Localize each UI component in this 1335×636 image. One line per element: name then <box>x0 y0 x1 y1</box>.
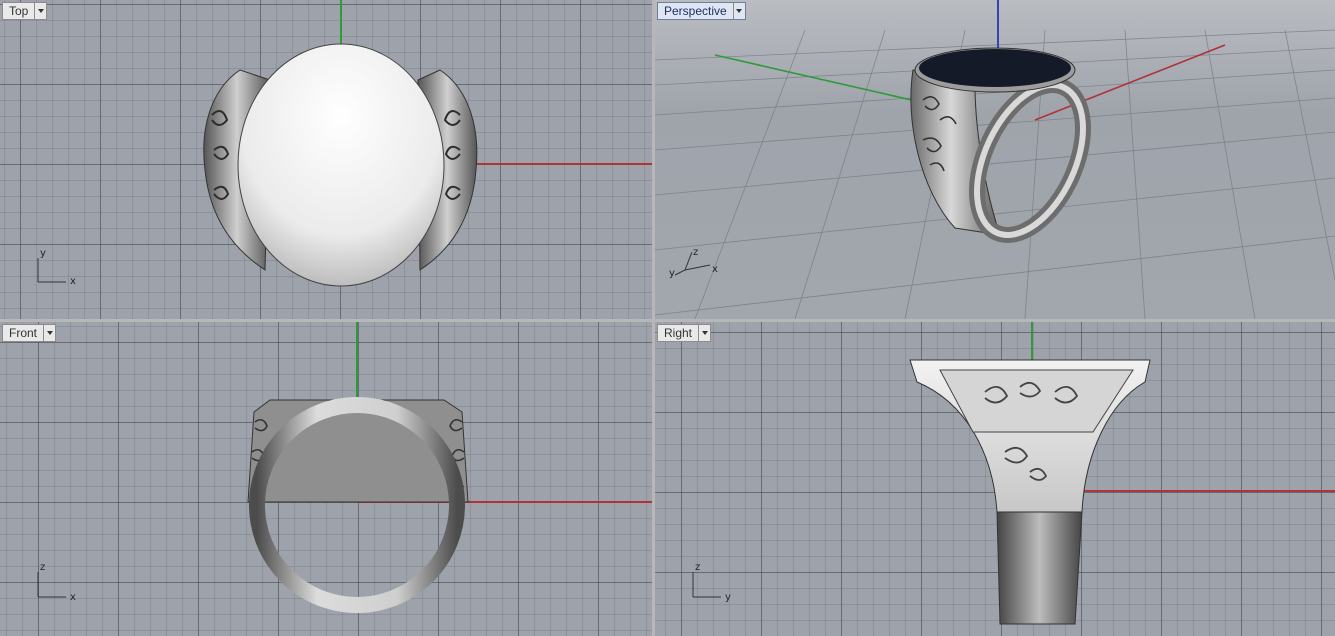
viewport-label: Top <box>9 4 29 18</box>
axis-gizmo-icon <box>37 572 66 598</box>
viewport-label: Perspective <box>664 4 727 18</box>
ring-top-view: y x <box>37 0 652 287</box>
svg-text:x: x <box>712 264 718 275</box>
viewport-label: Front <box>9 326 38 340</box>
svg-text:z: z <box>695 562 700 573</box>
ring-right-view: z y <box>692 322 1335 625</box>
viewport-tab-right[interactable]: Right <box>657 324 712 342</box>
svg-text:y: y <box>725 592 731 603</box>
ring-perspective-view: z y x <box>655 0 1335 319</box>
ring-shank-side <box>996 511 1083 625</box>
svg-text:x: x <box>70 592 76 603</box>
viewport-top[interactable]: y x Top <box>0 0 652 319</box>
dropdown-arrow-icon[interactable] <box>698 325 710 341</box>
svg-text:z: z <box>693 247 698 258</box>
signet-stone <box>919 49 1071 87</box>
svg-text:x: x <box>70 276 76 287</box>
svg-text:y: y <box>669 268 675 279</box>
axis-gizmo-icon <box>37 258 66 283</box>
viewport-tab-top[interactable]: Top <box>2 2 48 20</box>
viewport-tab-front[interactable]: Front <box>2 324 57 342</box>
viewport-perspective[interactable]: z y x Perspective <box>655 0 1335 319</box>
viewport-right[interactable]: z y Right <box>655 322 1335 636</box>
dropdown-arrow-icon[interactable] <box>34 3 46 19</box>
viewport-front[interactable]: z x Front <box>0 322 652 636</box>
dropdown-arrow-icon[interactable] <box>732 3 745 19</box>
viewport-label: Right <box>664 326 693 340</box>
axis-gizmo-icon <box>692 572 721 598</box>
signet-face <box>237 43 445 287</box>
viewport-tab-perspective[interactable]: Perspective <box>657 2 746 20</box>
svg-text:z: z <box>40 562 45 573</box>
dropdown-arrow-icon[interactable] <box>43 325 55 341</box>
svg-text:y: y <box>40 248 46 259</box>
ring-front-view: z x <box>37 322 652 613</box>
